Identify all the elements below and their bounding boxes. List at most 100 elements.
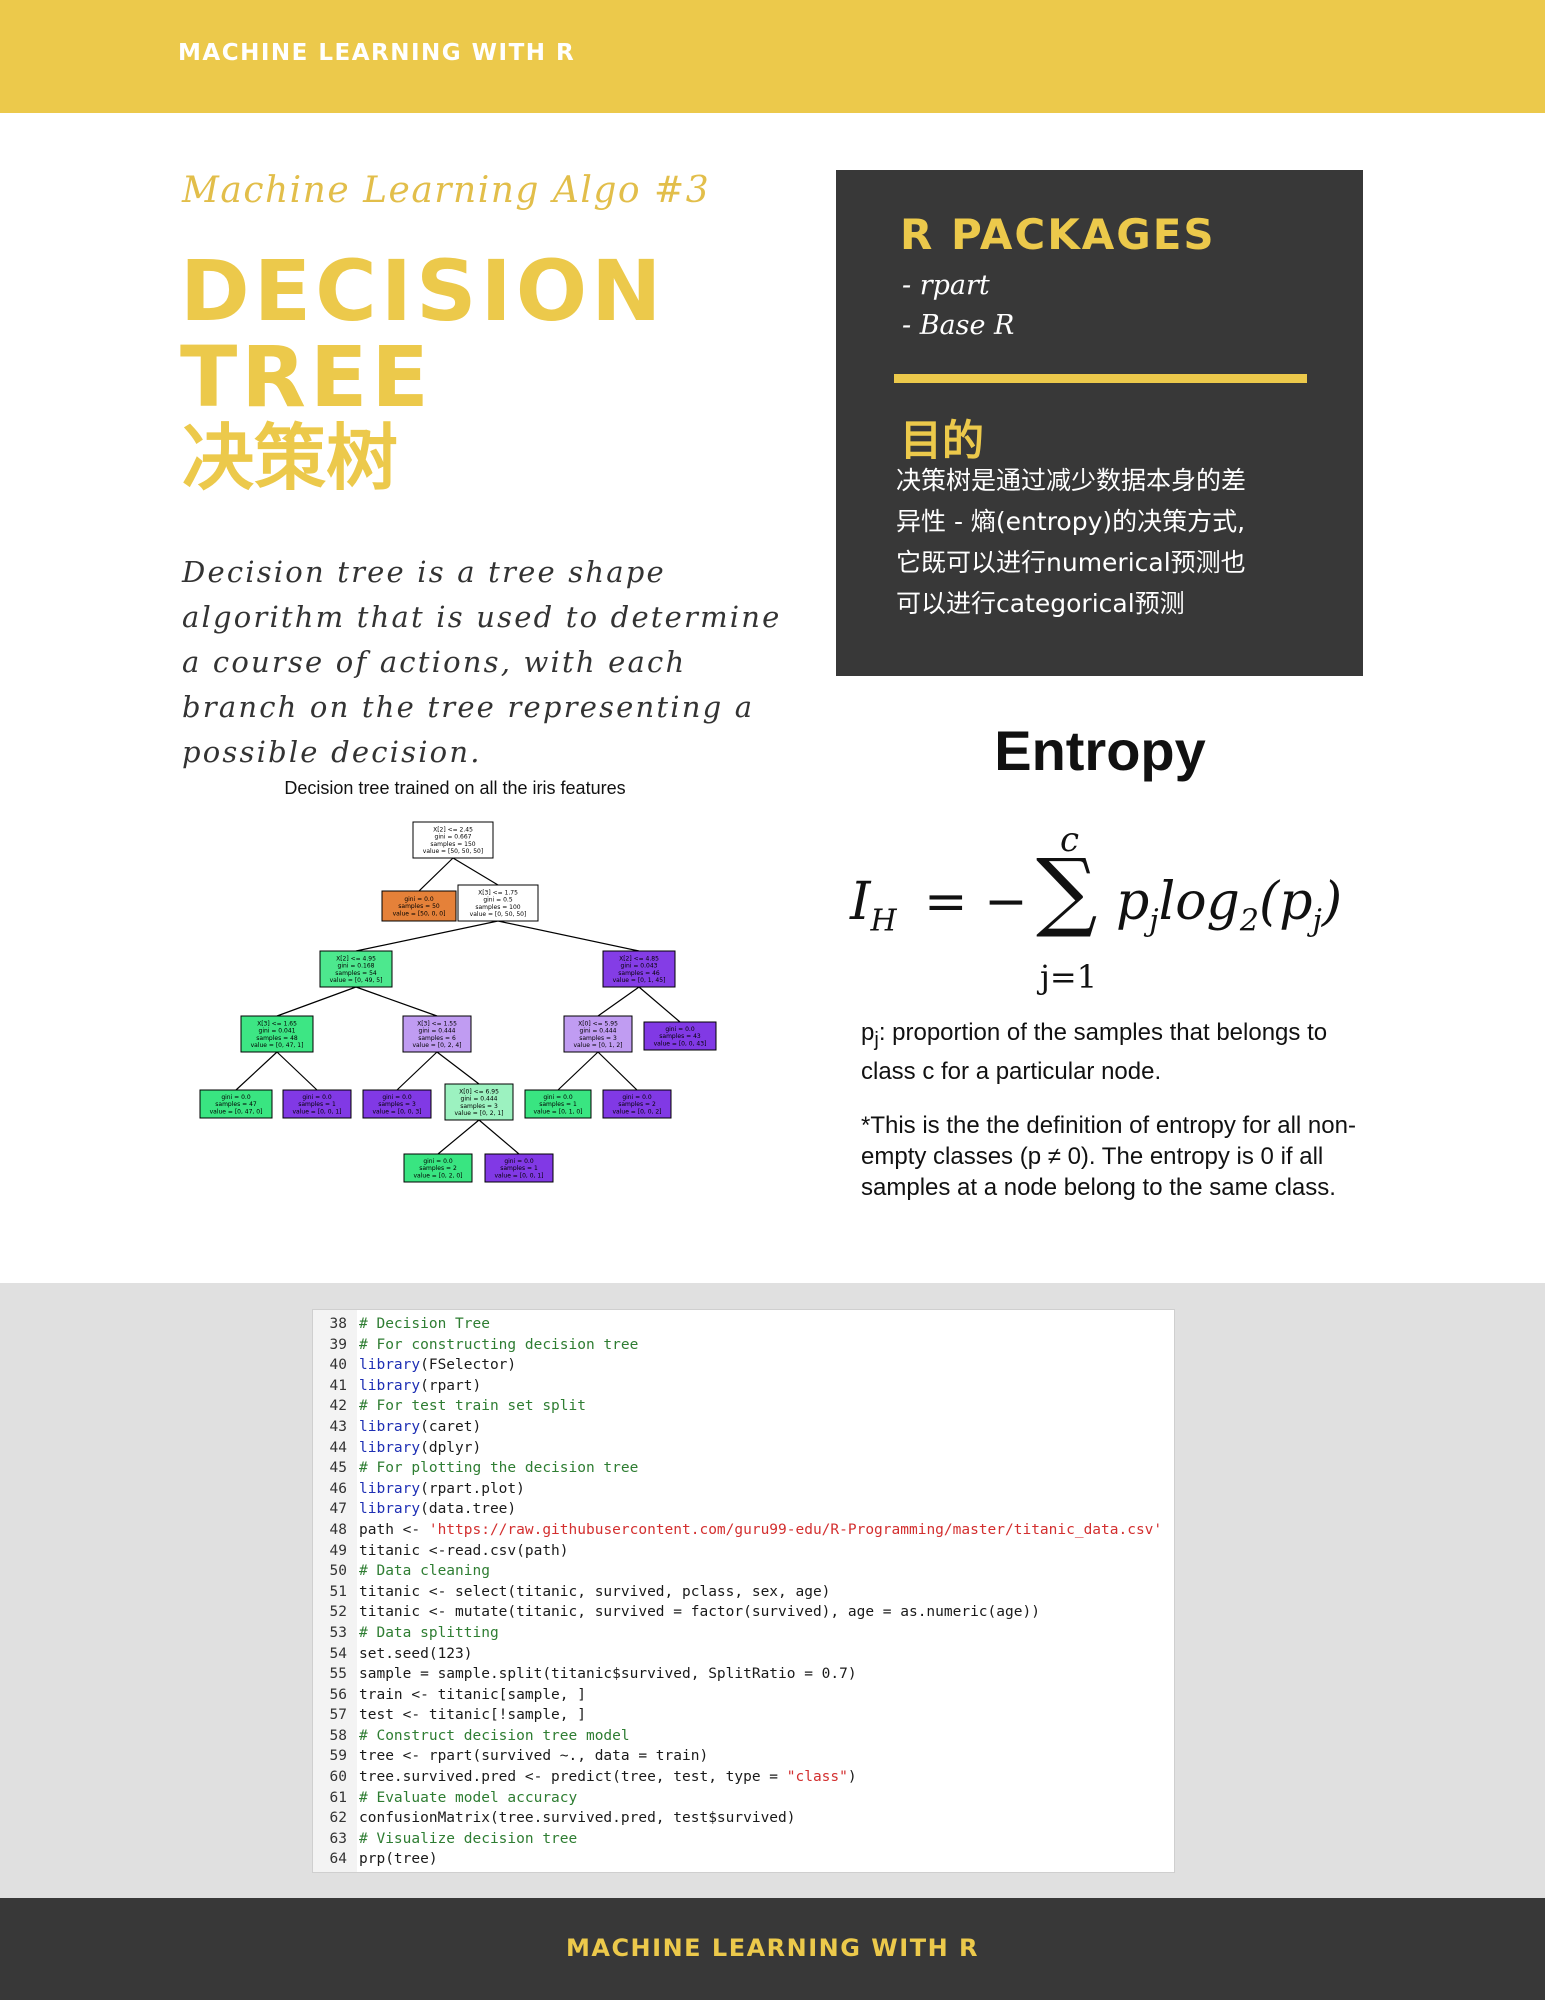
tree-node: X[2] <= 4.85gini = 0.043samples = 46valu… bbox=[602, 950, 676, 988]
tree-node-label: X[0] <= 5.95 bbox=[578, 1020, 618, 1027]
code-token: ) bbox=[847, 1769, 857, 1786]
code-token: titanic <- select(titanic, survived, pcl… bbox=[359, 1583, 831, 1600]
footer-title: MACHINE LEARNING WITH R bbox=[565, 1934, 979, 1962]
code-comment: # Decision Tree bbox=[359, 1316, 490, 1332]
line-number: 63 bbox=[329, 1830, 347, 1847]
entropy-definition-note: pj: proportion of the samples that belon… bbox=[861, 1017, 1361, 1087]
tree-node-label: samples = 2 bbox=[419, 1165, 457, 1172]
line-number: 58 bbox=[329, 1727, 347, 1744]
tree-edge bbox=[418, 857, 454, 892]
code-line: 40 library(FSelector) bbox=[313, 1355, 1174, 1376]
code-token: (FSelector) bbox=[420, 1357, 517, 1374]
tree-node-label: gini = 0.0 bbox=[622, 1094, 652, 1101]
tree-node-label: X[3] <= 1.65 bbox=[257, 1020, 297, 1027]
code-text: # Visualize decision tree bbox=[359, 1829, 577, 1850]
tree-node-label: samples = 54 bbox=[335, 970, 377, 977]
tree-node-label: value = [0, 1, 45] bbox=[613, 977, 666, 984]
tree-node-label: value = [0, 50, 50] bbox=[470, 911, 527, 918]
tree-node-label: samples = 46 bbox=[618, 970, 660, 977]
code-text: # Data cleaning bbox=[359, 1561, 490, 1582]
panel-divider bbox=[894, 374, 1307, 383]
tree-node-label: value = [0, 2, 0] bbox=[414, 1172, 463, 1179]
formula-lhs: IH bbox=[850, 872, 897, 938]
code-text: # For plotting the decision tree bbox=[359, 1458, 638, 1479]
code-token: confusionMatrix(tree.survived.pred, test… bbox=[359, 1810, 796, 1827]
tree-node-label: gini = 0.667 bbox=[435, 834, 472, 841]
line-number: 51 bbox=[329, 1583, 347, 1600]
code-line: 55 sample = sample.split(titanic$survived… bbox=[313, 1664, 1174, 1685]
tree-node-label: value = [0, 0, 1] bbox=[495, 1172, 544, 1179]
code-text: tree <- rpart(survived ~., data = train) bbox=[359, 1746, 708, 1767]
tree-node-label: value = [0, 2, 1] bbox=[455, 1110, 504, 1117]
note-definition-text: : proportion of the samples that belongs… bbox=[861, 1019, 1328, 1085]
tree-node: gini = 0.0samples = 47value = [0, 47, 0] bbox=[199, 1089, 273, 1119]
tree-node: gini = 0.0samples = 1value = [0, 0, 1] bbox=[484, 1153, 554, 1183]
code-text: # Decision Tree bbox=[359, 1314, 490, 1335]
tree-node: X[3] <= 1.55gini = 0.444samples = 6value… bbox=[402, 1015, 472, 1053]
tree-node-label: value = [0, 47, 1] bbox=[251, 1042, 304, 1049]
tree-node-label: X[3] <= 1.55 bbox=[417, 1020, 457, 1027]
line-number: 44 bbox=[329, 1439, 347, 1456]
tree-node-label: samples = 3 bbox=[378, 1101, 416, 1108]
tree-edge bbox=[436, 1051, 480, 1085]
line-number: 64 bbox=[329, 1851, 347, 1868]
tree-edge bbox=[597, 1051, 638, 1091]
code-line: 38 # Decision Tree bbox=[313, 1314, 1174, 1335]
code-text: confusionMatrix(tree.survived.pred, test… bbox=[359, 1808, 796, 1829]
tree-edge bbox=[437, 1119, 480, 1155]
packages-heading: R PACKAGES bbox=[900, 210, 1216, 259]
code-line: 53 # Data splitting bbox=[313, 1623, 1174, 1644]
line-number: 54 bbox=[329, 1645, 347, 1662]
code-text: library(rpart.plot) bbox=[359, 1479, 525, 1500]
formula-equals: = − bbox=[924, 872, 1028, 932]
purpose-line: 可以进行categorical预测 bbox=[896, 589, 1185, 618]
code-text: library(dplyr) bbox=[359, 1438, 481, 1459]
line-number: 43 bbox=[329, 1418, 347, 1435]
tree-node: X[0] <= 5.95gini = 0.444samples = 3value… bbox=[563, 1015, 633, 1053]
code-token: path <- bbox=[359, 1521, 429, 1538]
tree-edge bbox=[235, 1051, 278, 1091]
line-number: 42 bbox=[329, 1398, 347, 1415]
code-keyword: library bbox=[359, 1357, 421, 1374]
line-number: 55 bbox=[329, 1666, 347, 1683]
code-token: test <- titanic[!sample, ] bbox=[359, 1707, 586, 1724]
tree-node-label: X[2] <= 2.45 bbox=[433, 826, 473, 833]
code-token: (caret) bbox=[420, 1418, 482, 1435]
tree-node-label: samples = 43 bbox=[659, 1033, 701, 1040]
code-comment: # For test train set split bbox=[359, 1398, 586, 1415]
code-line: 61 # Evaluate model accuracy bbox=[313, 1788, 1174, 1809]
code-token: sample = sample.split(titanic$survived, … bbox=[359, 1666, 857, 1683]
note-p-symbol: p bbox=[861, 1019, 875, 1046]
code-line: 57 test <- titanic[!sample, ] bbox=[313, 1705, 1174, 1726]
entropy-footnote: *This is the the definition of entropy f… bbox=[861, 1112, 1356, 1201]
code-token: (data.tree) bbox=[420, 1501, 517, 1518]
tree-node-label: gini = 0.444 bbox=[580, 1028, 617, 1035]
tree-node: gini = 0.0samples = 2value = [0, 2, 0] bbox=[403, 1153, 473, 1183]
tree-node: gini = 0.0samples = 43value = [0, 0, 43] bbox=[643, 1021, 717, 1051]
tree-node-label: samples = 50 bbox=[398, 903, 440, 910]
tree-node-label: gini = 0.0 bbox=[665, 1026, 695, 1033]
tree-node-label: value = [50, 50, 50] bbox=[423, 848, 483, 855]
tree-node-label: samples = 3 bbox=[579, 1035, 617, 1042]
entropy-formula: IH = − c ∑ j=1 pjlog2(pj) bbox=[850, 820, 1370, 1000]
code-comment: # Data cleaning bbox=[359, 1563, 490, 1580]
tree-edge bbox=[497, 920, 640, 952]
tree-node-label: gini = 0.168 bbox=[338, 963, 375, 970]
formula-log: log bbox=[1158, 872, 1240, 932]
tree-node-label: samples = 150 bbox=[430, 841, 475, 848]
tree-node-label: samples = 1 bbox=[539, 1101, 577, 1108]
tree-edge bbox=[638, 986, 681, 1023]
entropy-title: Entropy bbox=[994, 719, 1206, 782]
tree-node-label: gini = 0.0 bbox=[504, 1158, 534, 1165]
bottom-banner: MACHINE LEARNING WITH R bbox=[0, 1898, 1545, 2000]
chinese-title: 决策树 bbox=[182, 416, 399, 500]
code-keyword: library bbox=[359, 1418, 421, 1435]
code-text: titanic <- select(titanic, survived, pcl… bbox=[359, 1582, 830, 1603]
code-string: 'https://raw.githubusercontent.com/guru9… bbox=[428, 1521, 1163, 1538]
line-number: 50 bbox=[329, 1563, 347, 1580]
tree-node-label: value = [0, 0, 1] bbox=[293, 1108, 342, 1115]
tree-edge bbox=[597, 986, 640, 1017]
code-text: # Evaluate model accuracy bbox=[359, 1788, 577, 1809]
tree-edge bbox=[355, 920, 499, 952]
line-number: 38 bbox=[329, 1316, 347, 1332]
